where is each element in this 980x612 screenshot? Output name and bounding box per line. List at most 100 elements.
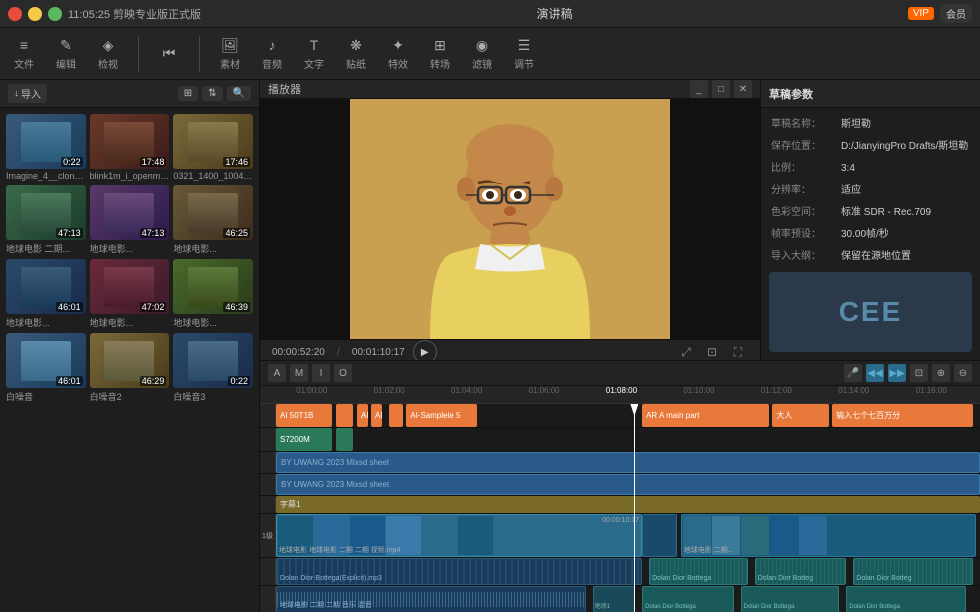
cee-box: CEE — [769, 272, 972, 352]
toolbar-edit[interactable]: ✎ 编辑 — [50, 32, 82, 75]
clip-sv1-small[interactable]: 地场1 — [593, 586, 635, 612]
fullscreen-icon[interactable]: ⛶ — [728, 342, 748, 362]
toolbar-audio[interactable]: ♪ 音频 — [256, 32, 288, 75]
tl-btn-m[interactable]: M — [290, 364, 308, 382]
toolbar-prev[interactable]: ⏮ — [153, 41, 185, 67]
track-2-content[interactable]: S7200M — [276, 428, 980, 451]
prop-label: 保存位置： — [771, 139, 841, 155]
window-max-btn[interactable] — [48, 7, 62, 21]
tl-fit-btn[interactable]: ⊡ — [910, 364, 928, 382]
media-item[interactable]: 0:22 白噪音3 — [173, 333, 253, 403]
track-sub-content[interactable]: 字幕1 — [276, 496, 980, 513]
prop-row-fps: 帧率预设： 30.00帧/秒 — [761, 224, 980, 246]
clip-audio-4[interactable]: Dolan Dior Botteg — [853, 558, 973, 585]
filter-icon: ◉ — [473, 36, 491, 54]
clip-video-main[interactable]: 地球电影 地球电影 二期 二期 视频.mp4 00:00:10:17 — [276, 514, 642, 557]
prop-value: 斯坦勒 — [841, 117, 970, 133]
tl-arrow-right[interactable]: ▶▶ — [888, 364, 906, 382]
top-section: 播放器 _ □ ✕ — [260, 80, 980, 360]
media-item[interactable]: 47:13 地球电影... — [90, 185, 170, 255]
media-item[interactable]: 46:29 白噪音2 — [90, 333, 170, 403]
file-icon: ≡ — [15, 36, 33, 54]
preview-header-btn-2[interactable]: □ — [712, 80, 730, 98]
track-label-1 — [260, 404, 276, 427]
track-sv1-content[interactable]: 地球电影 二期 二期 音乐 混音 地场1 Dolan Dior Bottega … — [276, 586, 980, 612]
import-btn[interactable]: ↓ 导入 — [8, 84, 47, 103]
clip-ai5[interactable] — [389, 404, 403, 427]
clip-sv1-dolan1[interactable]: Dolan Dior Bottega — [642, 586, 734, 612]
toolbar-file[interactable]: ≡ 文件 — [8, 32, 40, 75]
media-item[interactable]: 46:25 地球电影... — [173, 185, 253, 255]
zoom-icon[interactable]: ⊡ — [702, 342, 722, 362]
time-total: 00:01:10:17 — [352, 347, 405, 358]
clip-audio-2[interactable]: Dolan Dior Bottega — [649, 558, 748, 585]
preview-header-btn-1[interactable]: _ — [690, 80, 708, 98]
track-1-content[interactable]: AI 50T1B AI AI AI-Samplele 5 AR A main p… — [276, 404, 980, 427]
clip-sv1-audio[interactable]: 地球电影 二期 二期 音乐 混音 — [276, 586, 586, 612]
clip-ai4[interactable]: AI — [371, 404, 382, 427]
member-btn[interactable]: 会员 — [940, 4, 972, 23]
clip-video-2[interactable]: 地球电影 二期... — [681, 514, 977, 557]
clip-ai6[interactable]: AI-Samplele 5 — [406, 404, 476, 427]
tl-mic-btn[interactable]: 🎤 — [844, 364, 862, 382]
import-label: 导入 — [21, 86, 41, 101]
track-m1-content[interactable]: BY UWANG 2023 Mixsd sheet — [276, 452, 980, 473]
titlebar-left: 11:05:25 剪映专业版正式版 — [8, 6, 201, 22]
clip-audio-main[interactable]: Dolan Dior-Bottega(Explicit).mp3 — [276, 558, 642, 585]
fit-icon[interactable]: ⤢ — [676, 342, 696, 362]
search-btn[interactable]: 🔍 — [227, 86, 251, 101]
window-close-btn[interactable] — [8, 7, 22, 21]
titlebar-right: VIP 会员 — [908, 4, 972, 23]
media-item[interactable]: 46:39 地球电影... — [173, 259, 253, 329]
tl-arrow-left[interactable]: ◀◀ — [866, 364, 884, 382]
clip-daren[interactable]: 大人 — [772, 404, 828, 427]
toolbar-effect[interactable]: ✦ 特效 — [382, 32, 414, 75]
prop-label: 色彩空间： — [771, 205, 841, 221]
toolbar-adjust[interactable]: ☰ 调节 — [508, 32, 540, 75]
clip-s7200m2[interactable] — [336, 428, 354, 451]
track-music-1: BY UWANG 2023 Mixsd sheet — [260, 452, 980, 474]
media-item[interactable]: 46:01 地球电影... — [6, 259, 86, 329]
sort-btn[interactable]: ⇅ — [202, 86, 222, 101]
window-min-btn[interactable] — [28, 7, 42, 21]
media-item[interactable]: 46:01 白噪音 — [6, 333, 86, 403]
clip-music-2[interactable]: BY UWANG 2023 Mixsd sheet — [276, 474, 980, 495]
clip-sv1-dolan2[interactable]: Dolan Dior Bottega — [741, 586, 840, 612]
clip-video-dark[interactable] — [642, 514, 677, 557]
clip-subtitle[interactable]: 字幕1 — [276, 496, 980, 513]
clip-ai1[interactable]: AI 50T1B — [276, 404, 332, 427]
content-area: ↓ 导入 ⊞ ⇅ 🔍 0:22 Imagine_4__clonme.f... — [0, 80, 980, 612]
tl-zoom-in[interactable]: ⊕ — [932, 364, 950, 382]
clip-ai3[interactable]: AI — [357, 404, 368, 427]
preview-close-btn[interactable]: ✕ — [734, 80, 752, 98]
media-item[interactable]: 17:48 blink1m_i_openme6.f... — [90, 114, 170, 181]
media-item[interactable]: 47:13 地球电影 二期... — [6, 185, 86, 255]
toolbar-check[interactable]: ◈ 检视 — [92, 32, 124, 75]
media-item[interactable]: 47:02 地球电影... — [90, 259, 170, 329]
track-subtitle: 字幕1 — [260, 496, 980, 514]
tl-zoom-out[interactable]: ⊖ — [954, 364, 972, 382]
clip-sv1-dolan3[interactable]: Dolan Dior Bottega — [846, 586, 966, 612]
prop-label: 比例： — [771, 161, 841, 177]
clip-ai2[interactable] — [336, 404, 354, 427]
toolbar-sticker[interactable]: ❋ 贴纸 — [340, 32, 372, 75]
clip-main[interactable]: AR A main part — [642, 404, 769, 427]
view-toggle-btn[interactable]: ⊞ — [178, 86, 198, 101]
clip-music-1[interactable]: BY UWANG 2023 Mixsd sheet — [276, 452, 980, 473]
toolbar-media[interactable]: 🖼 素材 — [214, 32, 246, 75]
tl-btn-o[interactable]: O — [334, 364, 352, 382]
media-item[interactable]: 17:46 0321_1400_1004p4f... — [173, 114, 253, 181]
clip-s7200m[interactable]: S7200M — [276, 428, 332, 451]
track-a1-content[interactable]: Dolan Dior-Bottega(Explicit).mp3 Dolan D… — [276, 558, 980, 585]
clip-audio-3[interactable]: Dolan Dior Botteg — [755, 558, 847, 585]
clip-input[interactable]: 输入七个七百万分 — [832, 404, 973, 427]
track-m2-content[interactable]: BY UWANG 2023 Mixsd sheet — [276, 474, 980, 495]
media-item[interactable]: 0:22 Imagine_4__clonme.f... — [6, 114, 86, 181]
props-content: 草稿名称： 斯坦勒 保存位置： D:/JianyingPro Drafts/斯坦… — [761, 108, 980, 264]
tl-btn-a[interactable]: A — [268, 364, 286, 382]
track-v1-content[interactable]: 地球电影 地球电影 二期 二期 视频.mp4 00:00:10:17 地球电 — [276, 514, 980, 557]
toolbar-trans[interactable]: ⊞ 转场 — [424, 32, 456, 75]
toolbar-text[interactable]: T 文字 — [298, 32, 330, 75]
tl-btn-i[interactable]: I — [312, 364, 330, 382]
toolbar-filter[interactable]: ◉ 滤镜 — [466, 32, 498, 75]
